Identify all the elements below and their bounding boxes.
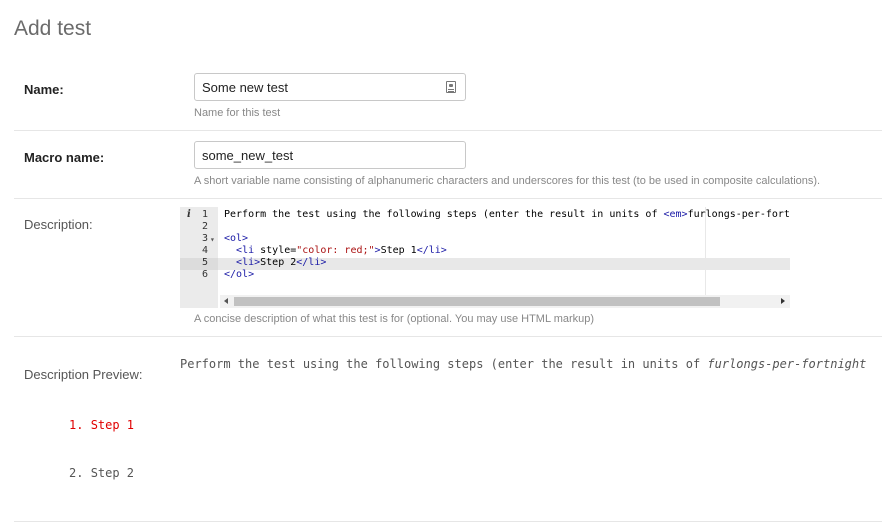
code-line-5: <li>Step 2</li>	[236, 257, 327, 268]
macro-name-row: Macro name: some_new_test A short variab…	[14, 130, 882, 199]
editor-horizontal-scrollbar[interactable]	[220, 295, 790, 308]
line-number: 1	[201, 209, 208, 220]
line-number: 3	[201, 233, 208, 244]
macro-name-input[interactable]: some_new_test	[194, 141, 466, 169]
name-label: Name:	[24, 82, 64, 97]
description-preview-label: Description Preview:	[24, 367, 143, 382]
macro-name-input-value: some_new_test	[202, 147, 294, 163]
code-line-1: Perform the test using the following ste…	[224, 209, 790, 220]
line-number: 4	[201, 245, 208, 256]
description-help-text: A concise description of what this test …	[194, 313, 595, 325]
name-input-value: Some new test	[202, 79, 288, 95]
description-preview-text: Perform the test using the following ste…	[180, 357, 867, 371]
scroll-right-arrow-icon[interactable]	[781, 298, 785, 304]
preview-step-1: 1. Step 1	[69, 418, 135, 432]
description-code-editor[interactable]: i 1 2 3 ▾ 4 5 6 Perform the test using t…	[180, 207, 790, 308]
name-input[interactable]: Some new test	[194, 73, 466, 101]
line-number: 5	[201, 257, 208, 268]
line-number: 6	[201, 269, 208, 280]
page-title: Add test	[14, 17, 92, 40]
contact-card-icon[interactable]	[446, 81, 456, 93]
macro-name-help-text: A short variable name consisting of alph…	[194, 175, 821, 187]
line-number: 2	[201, 221, 208, 232]
fold-arrow-icon[interactable]: ▾	[210, 234, 215, 246]
code-line-3: <ol>	[224, 233, 249, 244]
scrollbar-thumb[interactable]	[234, 297, 720, 306]
scroll-left-arrow-icon[interactable]	[224, 298, 228, 304]
description-label: Description:	[24, 217, 93, 232]
code-line-6: </ol>	[224, 269, 255, 280]
code-line-4: <li style="color: red;">Step 1</li>	[236, 245, 447, 256]
preview-step-2: 2. Step 2	[69, 466, 135, 480]
name-help-text: Name for this test	[194, 107, 281, 119]
name-row: Name: Some new test Name for this test	[14, 62, 882, 131]
macro-name-label: Macro name:	[24, 150, 105, 165]
